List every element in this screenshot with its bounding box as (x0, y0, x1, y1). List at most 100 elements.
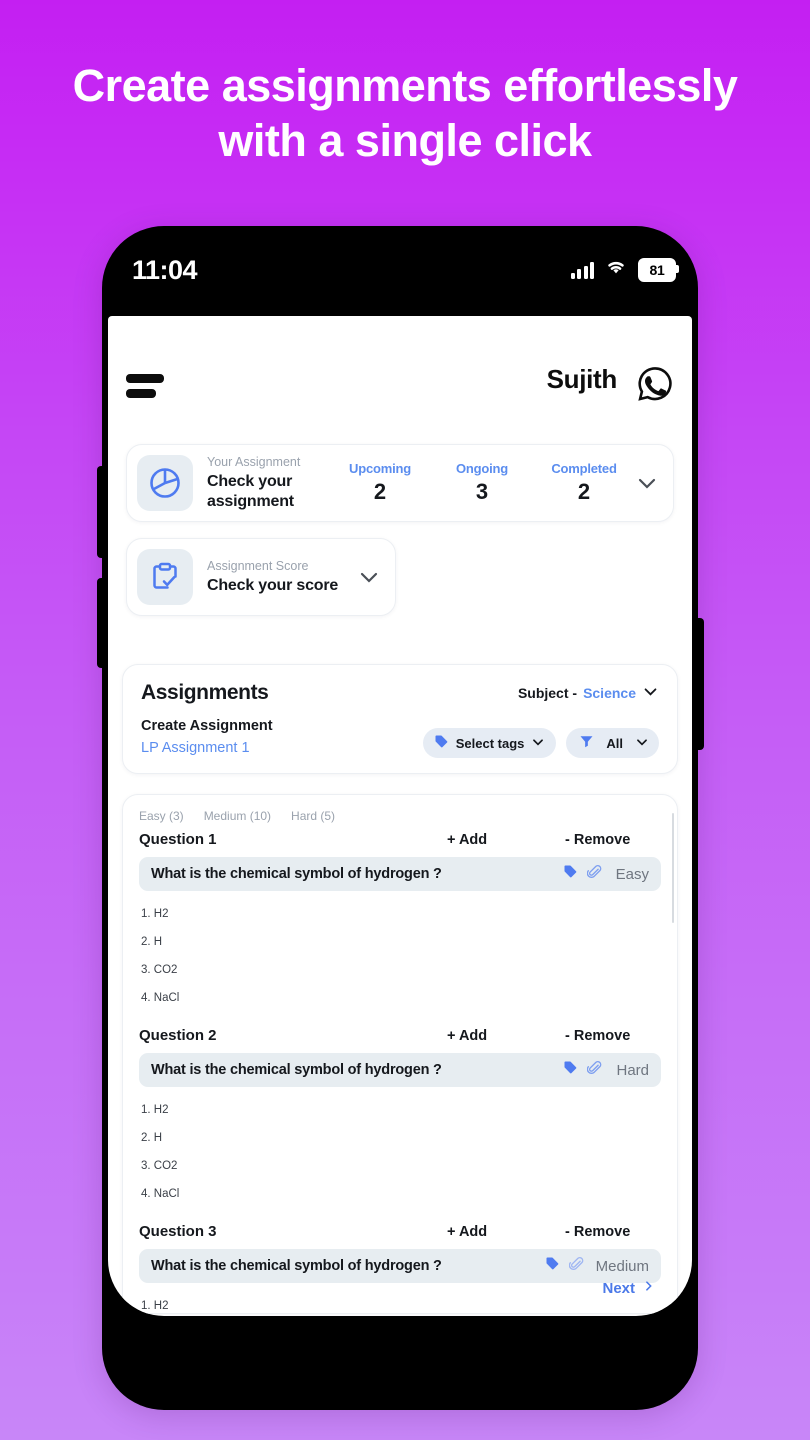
create-assignment-label: Create Assignment (141, 718, 273, 734)
chevron-down-icon (531, 735, 545, 752)
question-meta: Easy (563, 864, 649, 885)
question-label: Question 1 (139, 831, 217, 848)
option-item[interactable]: 1. H2 (139, 1299, 661, 1313)
assignment-summary-text: Your Assignment Check your assignment (207, 455, 329, 512)
stat-upcoming-label: Upcoming (349, 461, 411, 476)
question-meta: Medium (545, 1256, 649, 1277)
pie-chart-icon (137, 455, 193, 511)
question-text-row[interactable]: What is the chemical symbol of hydrogen … (139, 1053, 661, 1087)
subject-label: Subject - (517, 685, 578, 701)
assignment-link[interactable]: LP Assignment 1 (141, 738, 273, 758)
difficulty-hard-count[interactable]: Hard (5) (291, 809, 335, 823)
tag-icon[interactable] (563, 1060, 578, 1080)
questions-panel: Easy (3) Medium (10) Hard (5) Question 1… (122, 794, 678, 1314)
paperclip-icon[interactable] (586, 864, 602, 885)
score-kicker: Assignment Score (207, 558, 309, 573)
remove-question-button[interactable]: - Remove (565, 1028, 661, 1044)
chevron-down-icon (635, 735, 649, 752)
question-actions: + Add - Remove (447, 1224, 661, 1240)
assignment-score-card[interactable]: Assignment Score Check your score (126, 538, 396, 616)
question-text: What is the chemical symbol of hydrogen … (151, 1258, 442, 1274)
option-item[interactable]: 4. NaCl (139, 991, 661, 1005)
option-item[interactable]: 2. H (139, 1131, 661, 1145)
phone-mute-button[interactable] (97, 466, 104, 558)
chevron-down-icon[interactable] (635, 471, 659, 495)
hamburger-menu-icon[interactable] (126, 374, 170, 398)
question-header: Question 1 + Add - Remove (139, 831, 661, 848)
phone-power-button[interactable] (696, 618, 704, 750)
score-card-text: Assignment Score Check your score (207, 559, 338, 596)
difficulty-medium-count[interactable]: Medium (10) (204, 809, 271, 823)
question-label: Question 2 (139, 1027, 217, 1044)
paperclip-icon[interactable] (568, 1256, 584, 1277)
headline-line-2: with a single click (218, 115, 592, 166)
difficulty-easy-count[interactable]: Easy (3) (139, 809, 184, 823)
assignment-summary-card[interactable]: Your Assignment Check your assignment Up… (126, 444, 674, 522)
stat-completed-label: Completed (551, 461, 617, 476)
tag-icon (434, 734, 449, 752)
assignment-filters: Select tags All (422, 728, 659, 758)
question-text: What is the chemical symbol of hydrogen … (151, 1062, 442, 1078)
status-clock: 11:04 (132, 255, 198, 285)
phone-volume-button[interactable] (97, 578, 104, 668)
filter-all-button[interactable]: All (566, 728, 659, 758)
subject-selector[interactable]: Subject - Science (518, 683, 659, 703)
chevron-down-icon (642, 683, 659, 703)
select-tags-label: Select tags (455, 735, 525, 751)
question-difficulty: Easy (615, 865, 649, 883)
wifi-icon (605, 259, 627, 281)
stat-completed[interactable]: Completed 2 (533, 461, 635, 505)
question-label: Question 3 (139, 1223, 217, 1240)
option-item[interactable]: 2. H (139, 935, 661, 949)
next-button[interactable]: Next (602, 1279, 655, 1297)
question-difficulty: Hard (616, 1061, 649, 1079)
next-label: Next (602, 1279, 635, 1297)
option-item[interactable]: 3. CO2 (139, 1159, 661, 1173)
assignment-kicker: Your Assignment (207, 454, 301, 469)
assignments-title: Assignments (141, 681, 269, 704)
remove-question-button[interactable]: - Remove (565, 1224, 661, 1240)
option-item[interactable]: 3. CO2 (139, 963, 661, 977)
select-tags-button[interactable]: Select tags (422, 728, 557, 758)
question-options: 1. H2 2. H 3. CO2 4. NaCl (139, 907, 661, 1005)
question-text-row[interactable]: What is the chemical symbol of hydrogen … (139, 1249, 661, 1283)
add-question-button[interactable]: + Add (447, 1028, 565, 1044)
assignments-panel: Assignments Subject - Science Create Ass… (122, 664, 678, 774)
filter-funnel-icon (579, 734, 594, 752)
battery-icon: 81 (638, 258, 679, 282)
question-actions: + Add - Remove (447, 832, 661, 848)
stat-ongoing-label: Ongoing (455, 461, 509, 476)
questions-scrollbar[interactable] (671, 813, 674, 923)
stat-upcoming-value: 2 (373, 479, 387, 504)
page-title: Create assignments effortlessly with a s… (0, 58, 810, 168)
status-indicators: 81 (570, 258, 679, 282)
assignments-header: Assignments Subject - Science (141, 681, 659, 705)
assignment-title: Check your assignment (207, 472, 294, 510)
question-meta: Hard (563, 1060, 649, 1081)
remove-question-button[interactable]: - Remove (565, 832, 661, 848)
difficulty-counts: Easy (3) Medium (10) Hard (5) (139, 809, 661, 823)
add-question-button[interactable]: + Add (447, 832, 565, 848)
assignments-subrow: Create Assignment LP Assignment 1 Select… (141, 717, 659, 758)
question-actions: + Add - Remove (447, 1028, 661, 1044)
whatsapp-icon[interactable] (636, 365, 674, 403)
stat-completed-value: 2 (577, 479, 591, 504)
signal-bars-icon (570, 261, 594, 279)
stat-ongoing[interactable]: Ongoing 3 (431, 461, 533, 505)
assignment-stats: Upcoming 2 Ongoing 3 Completed 2 (329, 461, 635, 505)
chevron-down-icon[interactable] (357, 565, 381, 589)
tag-icon[interactable] (545, 1256, 560, 1276)
add-question-button[interactable]: + Add (447, 1224, 565, 1240)
user-name: Sujith (546, 364, 618, 394)
stat-upcoming[interactable]: Upcoming 2 (329, 461, 431, 505)
option-item[interactable]: 1. H2 (139, 1103, 661, 1117)
paperclip-icon[interactable] (586, 1060, 602, 1081)
headline-line-1: Create assignments effortlessly (72, 60, 738, 111)
tag-icon[interactable] (563, 864, 578, 884)
app-header: Sujith (108, 356, 692, 428)
stat-ongoing-value: 3 (475, 479, 489, 504)
question-options: 1. H2 2. H 3. CO2 4. NaCl (139, 1103, 661, 1201)
option-item[interactable]: 4. NaCl (139, 1187, 661, 1201)
option-item[interactable]: 1. H2 (139, 907, 661, 921)
question-text-row[interactable]: What is the chemical symbol of hydrogen … (139, 857, 661, 891)
